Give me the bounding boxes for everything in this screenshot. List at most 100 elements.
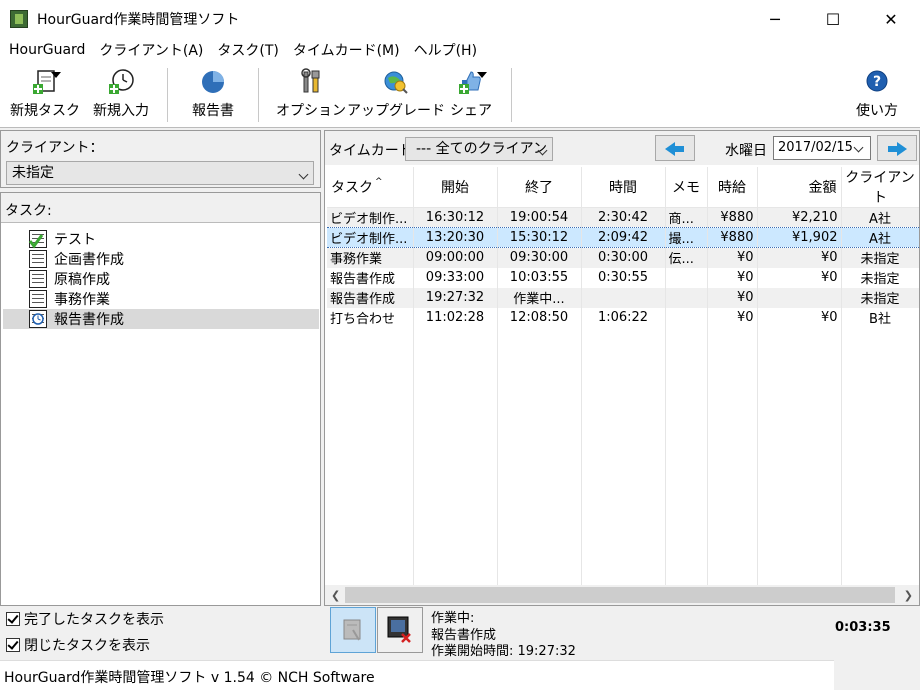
column-header-task[interactable]: タスク ^ [327, 167, 414, 208]
upgrade-button[interactable]: アップグレード [347, 68, 445, 124]
column-header-duration[interactable]: 時間 [581, 167, 666, 208]
cell-duration: 2:09:42 [581, 227, 666, 248]
checkbox-checked-icon [6, 638, 20, 652]
scrollbar-thumb[interactable] [345, 587, 895, 603]
minimize-button[interactable]: ─ [746, 0, 804, 38]
cell-start: 19:27:32 [413, 287, 498, 308]
help-button[interactable]: ? 使い方 [856, 68, 898, 124]
client-panel: クライアント： 未指定 [0, 130, 321, 188]
start-timer-button[interactable] [330, 607, 376, 653]
scroll-left-icon[interactable]: ❮ [331, 589, 340, 602]
table-row[interactable]: ビデオ制作... 16:30:12 19:00:54 2:30:42 商... … [327, 207, 919, 228]
sort-ascending-icon: ^ [375, 177, 383, 187]
cell-duration: 2:30:42 [581, 207, 666, 228]
menu-task[interactable]: タスク(T) [210, 40, 285, 60]
task-item-selected[interactable]: 報告書作成 [3, 309, 319, 329]
cell-end: 12:08:50 [497, 307, 582, 328]
client-filter-select[interactable]: --- 全てのクライアン [405, 137, 553, 161]
table-row-selected[interactable]: ビデオ制作... 13:20:30 15:30:12 2:09:42 撮... … [327, 227, 919, 248]
weekday-label: 水曜日 [725, 143, 767, 159]
cell-duration: 0:30:00 [581, 247, 666, 268]
show-closed-checkbox[interactable]: 閉じたタスクを表示 [6, 635, 150, 655]
cell-end: 09:30:00 [497, 247, 582, 268]
menu-timecard[interactable]: タイムカード(M) [286, 40, 407, 60]
timecard-label: タイムカード [329, 143, 413, 159]
cell-memo [665, 287, 708, 308]
task-item[interactable]: 企画書作成 [3, 249, 319, 269]
new-task-label: 新規タスク [10, 103, 80, 119]
show-completed-label: 完了したタスクを表示 [24, 612, 164, 628]
column-header-memo[interactable]: メモ [665, 167, 708, 208]
toolbar-separator [167, 68, 168, 122]
cell-memo [665, 307, 708, 328]
table-row[interactable]: 報告書作成 19:27:32 作業中... ¥0 未指定 [327, 287, 919, 308]
share-dropdown-icon[interactable] [477, 72, 487, 78]
task-done-icon [28, 230, 47, 249]
cell-client: 未指定 [841, 247, 919, 268]
column-header-amount[interactable]: 金額 [757, 167, 842, 208]
upgrade-globe-icon [382, 68, 410, 96]
app-icon [10, 10, 28, 28]
task-item[interactable]: テスト [3, 229, 319, 249]
cell-client: B社 [841, 307, 919, 328]
next-day-button[interactable] [877, 135, 917, 161]
column-header-start[interactable]: 開始 [413, 167, 498, 208]
new-task-dropdown-icon[interactable] [51, 72, 61, 78]
stop-timer-button[interactable] [377, 607, 423, 653]
cell-memo [665, 267, 708, 288]
report-button[interactable]: 報告書 [192, 68, 234, 124]
table-row[interactable]: 打ち合わせ 11:02:28 12:08:50 1:06:22 ¥0 ¥0 B社 [327, 307, 919, 328]
cell-end: 10:03:55 [497, 267, 582, 288]
menu-help[interactable]: ヘルプ(H) [407, 40, 484, 60]
stop-task-icon [387, 616, 411, 643]
menu-client[interactable]: クライアント(A) [92, 40, 210, 60]
clock-add-icon [107, 68, 135, 96]
cell-client: 未指定 [841, 267, 919, 288]
cell-memo: 伝... [665, 247, 708, 268]
column-header-rate[interactable]: 時給 [707, 167, 758, 208]
share-label: シェア [450, 103, 492, 119]
cell-rate: ¥0 [707, 267, 758, 288]
options-button[interactable]: オプション [276, 68, 346, 124]
cell-client: A社 [841, 227, 919, 248]
upgrade-label: アップグレード [347, 103, 445, 119]
toolbar-separator [258, 68, 259, 122]
horizontal-scrollbar[interactable]: ❮ ❯ [325, 585, 919, 605]
task-panel-header: タスク: [1, 193, 320, 223]
close-button[interactable]: ✕ [862, 0, 920, 38]
task-item-label: 事務作業 [54, 292, 110, 308]
table-row[interactable]: 報告書作成 09:33:00 10:03:55 0:30:55 ¥0 ¥0 未指… [327, 267, 919, 288]
show-completed-checkbox[interactable]: 完了したタスクを表示 [6, 609, 164, 629]
maximize-button[interactable]: ☐ [804, 0, 862, 38]
new-entry-button[interactable]: 新規入力 [93, 68, 149, 124]
scroll-right-icon[interactable]: ❯ [904, 589, 913, 602]
menu-hourguard[interactable]: HourGuard [2, 42, 92, 58]
previous-day-button[interactable] [655, 135, 695, 161]
cell-amount: ¥0 [757, 267, 842, 288]
title-bar: HourGuard作業時間管理ソフト ─ ☐ ✕ [0, 0, 920, 38]
tools-icon [297, 68, 325, 96]
cell-task: ビデオ制作... [327, 207, 414, 228]
timecard-bar: タイムカード --- 全てのクライアン 水曜日 2017/02/15 [325, 131, 919, 165]
elapsed-timer: 0:03:35 [835, 620, 891, 635]
cell-amount: ¥0 [757, 307, 842, 328]
toolbar: 新規タスク 新規入力 報告書 オプション アップグレード シェア ? 使い方 [0, 62, 920, 128]
client-filter-value: --- 全てのクライアン [416, 141, 548, 157]
task-item[interactable]: 原稿作成 [3, 269, 319, 289]
table-row[interactable]: 事務作業 09:00:00 09:30:00 0:30:00 伝... ¥0 ¥… [327, 247, 919, 268]
timecard-pane: タイムカード --- 全てのクライアン 水曜日 2017/02/15 タスク ^… [324, 130, 920, 606]
cell-memo: 撮... [665, 227, 708, 248]
new-entry-label: 新規入力 [93, 103, 149, 119]
bottom-bar: 完了したタスクを表示 閉じたタスクを表示 作業中: 報告書作成 作業開始時間: … [0, 606, 920, 690]
date-picker[interactable]: 2017/02/15 [773, 136, 871, 160]
cell-rate: ¥0 [707, 247, 758, 268]
column-header-client[interactable]: クライアント [841, 167, 919, 208]
cell-start: 16:30:12 [413, 207, 498, 228]
new-task-button[interactable]: 新規タスク [10, 68, 80, 124]
arrow-right-icon [888, 142, 907, 156]
date-value: 2017/02/15 [778, 140, 853, 155]
client-select[interactable]: 未指定 [6, 161, 314, 185]
column-header-end[interactable]: 終了 [497, 167, 582, 208]
task-item[interactable]: 事務作業 [3, 289, 319, 309]
arrow-left-icon [665, 142, 684, 156]
